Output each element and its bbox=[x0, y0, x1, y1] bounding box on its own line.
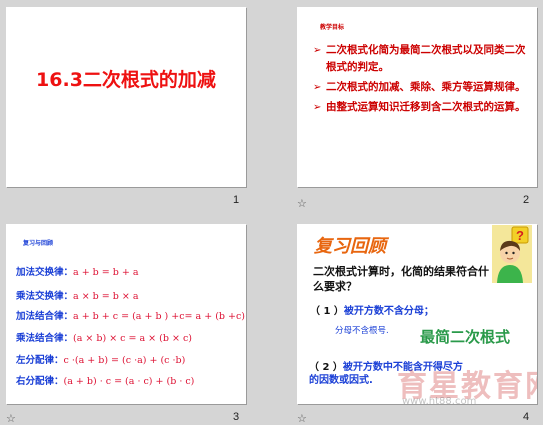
bullet-item: ➢ 由整式运算知识迁移到含二次根式的运算。 bbox=[313, 99, 527, 116]
arrow-bullet-icon: ➢ bbox=[313, 45, 322, 56]
star-transition-icon[interactable]: ☆ bbox=[297, 413, 307, 424]
star-transition-icon[interactable]: ☆ bbox=[297, 198, 307, 209]
slide-heading: 复习回顾 bbox=[314, 236, 386, 257]
law-name: 右分配律： bbox=[16, 376, 64, 387]
slide-thumbnail-4[interactable]: 复习回顾 ? 二次根式计算时，化简的结果符合什么要求？ （ 1 ）被开方数不含分… bbox=[297, 224, 537, 404]
slide-number-1: 1 bbox=[233, 194, 240, 206]
law-formula: (a + b) · c = (a · c) + (b · c) bbox=[63, 376, 195, 387]
arrow-bullet-icon: ➢ bbox=[313, 102, 322, 113]
law-row: 左分配律：c ·(a + b) = (c ·a) + (c ·b) bbox=[16, 352, 185, 366]
law-row: 加法结合律：a + b + c = (a + b ) +c= a + (b +c… bbox=[16, 308, 245, 322]
law-formula: a + b = b + a bbox=[73, 267, 139, 278]
law-row: 乘法交换律：a × b = b × a bbox=[16, 288, 139, 302]
law-formula: c ·(a + b) = (c ·a) + (c ·b) bbox=[63, 355, 186, 366]
law-formula: a × b = b × a bbox=[73, 291, 139, 302]
condition-number: （ 1 ） bbox=[310, 306, 344, 317]
slide-thumbnail-3[interactable]: 复习与回顾 加法交换律：a + b = b + a 乘法交换律：a × b = … bbox=[6, 224, 246, 404]
slide-number-3: 3 bbox=[233, 411, 240, 423]
law-formula: a + b + c = (a + b ) +c= a + (b +c) bbox=[73, 311, 245, 322]
law-row: 加法交换律：a + b = b + a bbox=[16, 264, 139, 278]
simplest-radical-label: 最简二次根式 bbox=[420, 328, 511, 346]
bullet-item: ➢ 二次根式化简为最简二次根式以及同类二次根式的判定。 bbox=[313, 42, 527, 76]
svg-text:?: ? bbox=[516, 228, 524, 243]
bullet-text: 二次根式化简为最简二次根式以及同类二次根式的判定。 bbox=[326, 44, 526, 73]
slide-thumbnail-2[interactable]: 教学目标 ➢ 二次根式化简为最简二次根式以及同类二次根式的判定。 ➢ 二次根式的… bbox=[297, 7, 537, 187]
arrow-bullet-icon: ➢ bbox=[313, 82, 322, 93]
thinking-boy-icon: ? bbox=[492, 225, 532, 283]
law-name: 左分配律： bbox=[16, 355, 64, 366]
slide-label: 教学目标 bbox=[320, 24, 345, 31]
slide-thumbnail-1[interactable]: 16.3二次根式的加减 bbox=[6, 7, 246, 187]
law-row: 右分配律：(a + b) · c = (a · c) + (b · c) bbox=[16, 373, 194, 387]
slide-label: 复习与回顾 bbox=[23, 240, 54, 247]
law-name: 乘法结合律： bbox=[16, 333, 74, 344]
bullet-list: ➢ 二次根式化简为最简二次根式以及同类二次根式的判定。 ➢ 二次根式的加减、乘除… bbox=[313, 42, 527, 119]
law-formula: (a × b) × c = a × (b × c) bbox=[73, 333, 192, 344]
watermark-url: www.ht88.com bbox=[402, 396, 477, 404]
bullet-item: ➢ 二次根式的加减、乘除、乘方等运算规律。 bbox=[313, 79, 527, 96]
condition-1: （ 1 ）被开方数不含分母； bbox=[310, 302, 434, 317]
star-transition-icon[interactable]: ☆ bbox=[6, 413, 16, 424]
slide-number-4: 4 bbox=[523, 411, 530, 423]
slide-title: 16.3二次根式的加减 bbox=[36, 69, 216, 91]
law-row: 乘法结合律：(a × b) × c = a × (b × c) bbox=[16, 330, 192, 344]
law-name: 加法交换律： bbox=[16, 267, 74, 278]
law-name: 乘法交换律： bbox=[16, 291, 74, 302]
condition-number: （ 2 ） bbox=[309, 362, 343, 373]
condition-text: 被开方数不含分母； bbox=[343, 306, 434, 317]
bullet-text: 由整式运算知识迁移到含二次根式的运算。 bbox=[326, 101, 526, 113]
question-text: 二次根式计算时，化简的结果符合什么要求？ bbox=[313, 265, 489, 293]
slide-number-2: 2 bbox=[523, 194, 530, 206]
condition-sublabel: 分母不含根号. bbox=[335, 326, 389, 336]
law-name: 加法结合律： bbox=[16, 311, 74, 322]
bullet-text: 二次根式的加减、乘除、乘方等运算规律。 bbox=[326, 81, 526, 93]
